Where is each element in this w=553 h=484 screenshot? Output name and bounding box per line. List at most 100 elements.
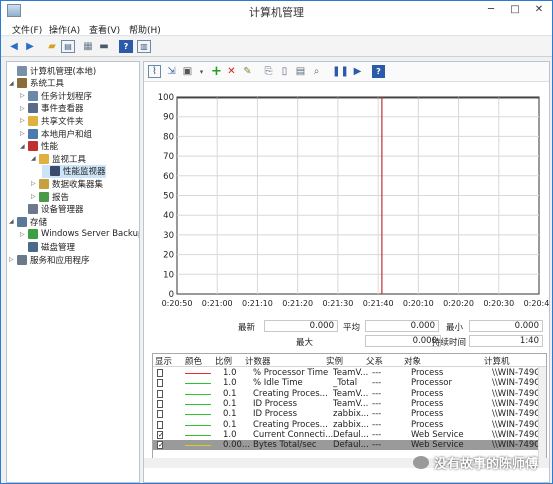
folder-icon [28, 115, 38, 126]
next-frame-icon[interactable]: ▶ [351, 65, 364, 78]
expand-arrow-icon[interactable]: ▷ [20, 105, 28, 112]
header-show[interactable]: 显示 [155, 355, 172, 367]
tree-item[interactable]: ▷ 报告 [31, 190, 69, 203]
paste-icon[interactable]: ▯ [278, 65, 291, 78]
tree-item-label: Windows Server Backup [41, 229, 140, 240]
counter-row[interactable]: 1.0 % Idle Time _Total --- Processor \\WIN-74… [153, 378, 541, 388]
panel-icon[interactable]: ▥ [137, 40, 151, 53]
cell-instance: TeamV... [333, 368, 369, 378]
tree-item[interactable]: 性能监视器 [42, 164, 106, 178]
counter-row[interactable]: ✓ 0.00... Bytes Total/sec Defaul... --- Web S… [153, 440, 541, 451]
expand-arrow-icon[interactable]: ◢ [31, 155, 39, 162]
tree-item-label: 事件查看器 [41, 104, 84, 115]
expand-arrow-icon[interactable]: ▷ [9, 256, 17, 263]
tree-item[interactable]: ◢ 系统工具 [9, 77, 64, 90]
show-checkbox[interactable] [157, 389, 163, 398]
header-parent[interactable]: 父系 [366, 355, 383, 367]
cell-object: Process [411, 409, 444, 420]
delete-counter-icon[interactable]: ✕ [225, 65, 238, 78]
expand-arrow-icon[interactable]: ▷ [20, 231, 28, 238]
menu-view[interactable]: 查看(V) [89, 23, 120, 36]
duration-label: 持续时间 [432, 338, 467, 348]
zoom-icon[interactable]: ⌕ [310, 65, 323, 78]
tree-item[interactable]: ◢ 存储 [9, 215, 47, 228]
show-checkbox[interactable] [157, 369, 163, 377]
tree-item[interactable]: ◢ 性能 [20, 140, 58, 153]
header-counter[interactable]: 计数器 [245, 355, 271, 367]
header-object[interactable]: 对象 [404, 355, 421, 367]
cell-scale: 0.1 [223, 409, 237, 420]
counter-row[interactable]: ✓ 1.0 Current Connecti... Defaul... --- Web S… [153, 430, 541, 440]
tree-item[interactable]: ▷ Windows Server Backup [20, 228, 140, 241]
close-button[interactable]: ✕ [531, 3, 547, 17]
counter-row[interactable]: 1.0 % Processor Time TeamV... --- Process \\W… [153, 368, 541, 378]
tree-item[interactable]: ▷ 任务计划程序 [20, 89, 92, 102]
chevron-down-icon[interactable]: ▾ [195, 65, 208, 78]
clock-icon [28, 90, 38, 101]
show-checkbox[interactable] [157, 399, 163, 408]
show-checkbox[interactable] [157, 420, 163, 429]
watermark-text: 没有故事的陈师傅 [434, 457, 539, 472]
counter-row[interactable]: 0.1 Creating Proces... zabbix... --- Process… [153, 419, 541, 430]
back-icon[interactable]: ◀ [7, 40, 21, 53]
expand-arrow-icon[interactable]: ▷ [31, 180, 39, 187]
tree-item[interactable]: ▷ 共享文件夹 [20, 114, 84, 127]
tree-item[interactable]: 计算机管理(本地) [9, 64, 96, 77]
expand-arrow-icon[interactable]: ▷ [20, 130, 28, 137]
up-icon[interactable]: ▰ [45, 40, 59, 53]
view-type-icon[interactable]: ▣ [181, 65, 194, 78]
show-checkbox[interactable] [157, 410, 163, 419]
tree-item[interactable]: ▷ 服务和应用程序 [9, 253, 90, 266]
forward-icon[interactable]: ▶ [23, 40, 37, 53]
properties-icon[interactable]: ▦ [81, 40, 95, 53]
show-checkbox[interactable]: ✓ [157, 430, 164, 439]
menu-help[interactable]: 帮助(H) [129, 23, 161, 36]
export-icon[interactable]: ▬ [97, 40, 111, 53]
counter-row[interactable]: 0.1 Creating Proces... TeamV... --- Process \… [153, 388, 541, 399]
expand-arrow-icon[interactable]: ◢ [20, 143, 28, 150]
expand-arrow-icon[interactable]: ▷ [20, 117, 28, 124]
minimize-button[interactable]: ─ [483, 3, 499, 17]
menu-action[interactable]: 操作(A) [49, 23, 80, 36]
help-icon[interactable]: ? [119, 40, 133, 53]
help-icon[interactable]: ? [372, 65, 385, 78]
counter-list-scrollbar[interactable] [538, 367, 546, 458]
expand-arrow-icon[interactable]: ▷ [20, 92, 28, 99]
counter-row[interactable]: 0.1 ID Process TeamV... --- Process \\WIN-749… [153, 399, 541, 409]
properties-icon[interactable]: ▤ [294, 65, 307, 78]
cell-counter: Creating Proces... [253, 419, 328, 430]
cell-object: Process [411, 388, 444, 399]
tree-item[interactable]: ◢ 监视工具 [31, 152, 86, 165]
tree-item[interactable]: 设备管理器 [20, 203, 84, 216]
tree-item[interactable]: ▷ 本地用户和组 [20, 127, 92, 140]
show-checkbox[interactable]: ✓ [157, 441, 164, 450]
copy-icon[interactable]: ⎘ [262, 65, 275, 78]
navigation-tree: 计算机管理(本地) ◢ 系统工具 ▷ 任务计划程序 ▷ 事件查看器 ▷ 共享文件夹 ▷ 本地用户和组… [6, 61, 140, 483]
menu-file[interactable]: 文件(F) [12, 23, 42, 36]
add-counter-icon[interactable]: + [210, 64, 223, 79]
cell-computer: \\WIN-749G [492, 368, 541, 378]
show-checkbox[interactable] [157, 379, 163, 388]
tree-item[interactable]: ▷ 事件查看器 [20, 102, 84, 115]
counter-row[interactable]: 0.1 ID Process zabbix... --- Process \\WIN-74… [153, 409, 541, 420]
freeze-icon[interactable]: ⇲ [165, 65, 178, 78]
backup-icon [28, 229, 38, 240]
tree-item[interactable]: 磁盘管理 [20, 240, 75, 253]
expand-arrow-icon[interactable]: ◢ [9, 80, 17, 87]
header-computer[interactable]: 计算机 [484, 355, 510, 367]
console-tree-icon[interactable]: ▤ [61, 40, 75, 53]
wechat-icon [413, 456, 429, 469]
performance-graph[interactable]: 10090807060504030201000:20:50 0:21:00 0:21… [144, 84, 549, 306]
header-instance[interactable]: 实例 [326, 355, 343, 367]
tree-item[interactable]: ▷ 数据收集器集 [31, 177, 103, 190]
expand-arrow-icon[interactable]: ◢ [9, 218, 17, 225]
maximize-button[interactable]: □ [507, 3, 523, 17]
expand-arrow-icon[interactable]: ▷ [31, 193, 39, 200]
header-scale[interactable]: 比例 [215, 355, 232, 367]
monitor-icon [50, 166, 60, 177]
highlight-icon[interactable]: ✎ [241, 65, 254, 78]
cell-parent: --- [372, 368, 382, 378]
header-color[interactable]: 颜色 [185, 355, 202, 367]
view-graph-icon[interactable]: ⌇ [148, 65, 161, 78]
pause-icon[interactable]: ❚❚ [332, 65, 349, 78]
